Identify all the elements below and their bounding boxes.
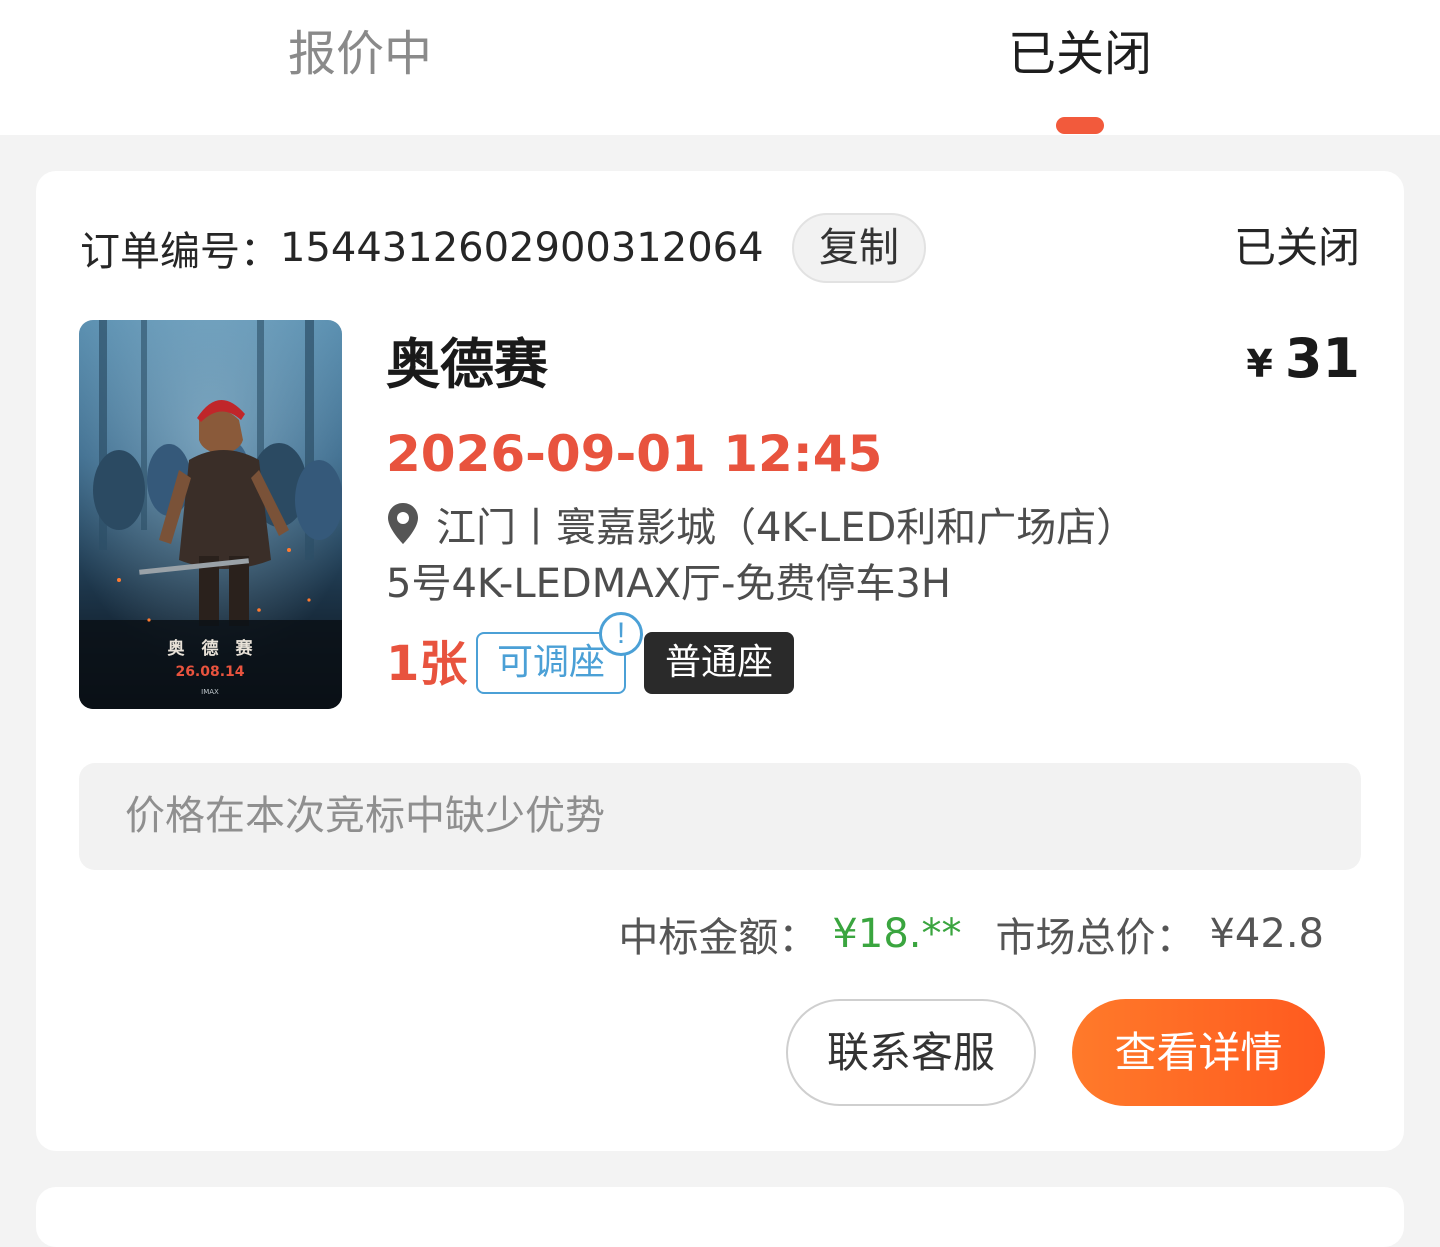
exclamation-icon[interactable]: ! (599, 612, 643, 656)
movie-title: 奥德赛 (386, 333, 548, 396)
order-status: 已关闭 (1233, 223, 1360, 272)
market-total-label: 市场总价： (995, 915, 1196, 961)
poster-date: 26.08.14 (175, 664, 244, 680)
cinema-name: 江门丨寰嘉影城（4K-LED利和广场店） (436, 505, 1137, 551)
order-number: 1544312602900312064 (280, 225, 764, 271)
price: ¥31 (1246, 323, 1360, 400)
poster-brand: IMAX (201, 688, 219, 696)
poster-title: 奥 德 赛 (168, 638, 254, 659)
contact-service-button[interactable]: 联系客服 (786, 999, 1036, 1106)
active-tab-indicator (1056, 117, 1104, 134)
winning-amount: ¥18.** (832, 911, 962, 957)
amounts-row: 中标金额： ¥18.** 市场总价： ¥42.8 (618, 901, 1324, 967)
view-details-button[interactable]: 查看详情 (1072, 999, 1325, 1106)
hall-info: 5号4K-LEDMAX厅-免费停车3H (386, 561, 951, 607)
next-order-card[interactable] (36, 1187, 1404, 1247)
showtime: 2026-09-01 12:45 (386, 425, 883, 483)
tab-closed[interactable]: 已关闭 (880, 18, 1280, 98)
copy-button[interactable]: 复制 (792, 213, 926, 283)
price-value: 31 (1284, 327, 1360, 390)
seat-type-tag: 普通座 (644, 632, 794, 694)
order-number-label: 订单编号： (80, 229, 280, 275)
cinema-row: 江门丨寰嘉影城（4K-LED利和广场店） (386, 493, 1136, 555)
winning-amount-label: 中标金额： (618, 915, 819, 961)
movie-poster[interactable]: 奥 德 赛 26.08.14 IMAX (79, 320, 342, 709)
order-card[interactable]: 订单编号： 1544312602900312064 复制 已关闭 奥 德 赛 2… (36, 171, 1404, 1151)
ticket-count: 1张 (386, 636, 468, 692)
market-total: ¥42.8 (1209, 911, 1324, 957)
tab-quoting[interactable]: 报价中 (160, 18, 560, 98)
price-currency: ¥ (1246, 342, 1273, 386)
order-number-row: 订单编号： 1544312602900312064 (80, 213, 764, 283)
close-reason: 价格在本次竞标中缺少优势 (79, 763, 1361, 870)
tab-bar: 报价中 已关闭 (0, 0, 1440, 135)
poster-image: 奥 德 赛 26.08.14 IMAX (79, 320, 342, 709)
location-pin-icon (386, 502, 420, 546)
